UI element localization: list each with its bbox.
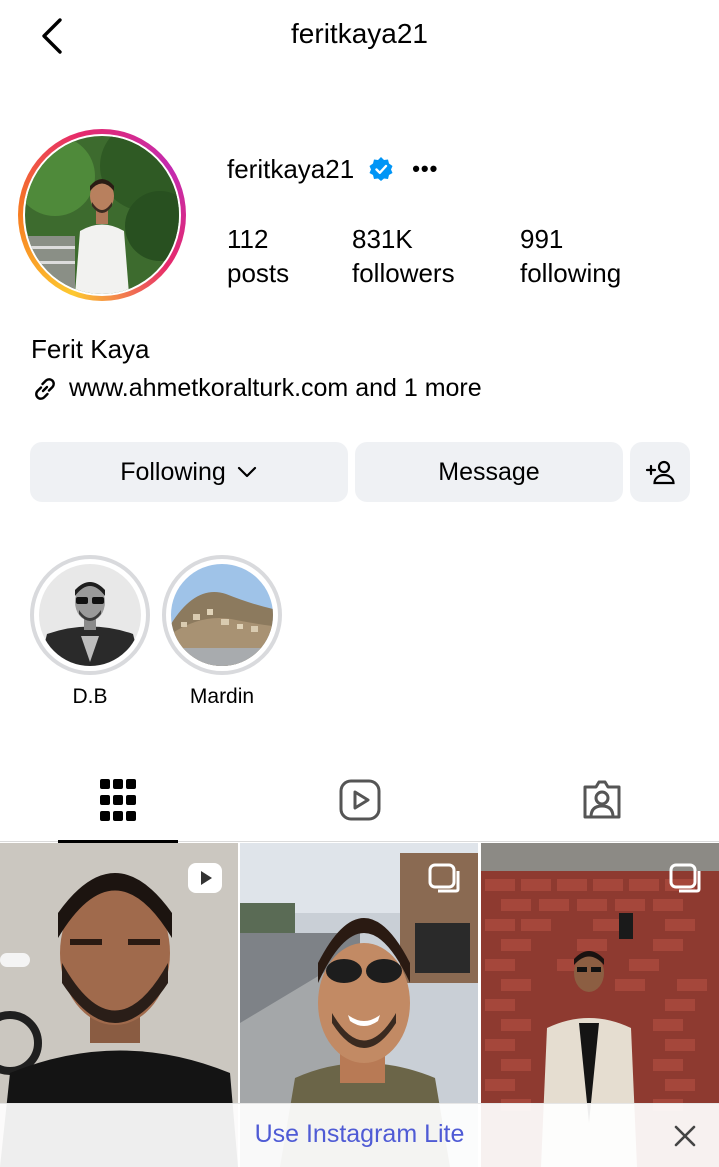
highlight-cover bbox=[171, 564, 273, 666]
highlight-item[interactable]: Mardin bbox=[162, 555, 282, 709]
profile-avatar[interactable] bbox=[18, 129, 186, 301]
following-stat[interactable]: 991 following bbox=[520, 222, 621, 290]
following-count: 991 bbox=[520, 224, 564, 254]
verified-badge-icon bbox=[369, 157, 393, 181]
suggest-users-button[interactable] bbox=[630, 442, 690, 502]
reels-icon bbox=[339, 779, 381, 821]
message-button-label: Message bbox=[438, 457, 540, 486]
profile-tabs bbox=[0, 758, 719, 843]
following-label: following bbox=[520, 258, 622, 288]
message-button[interactable]: Message bbox=[355, 442, 623, 502]
highlight-cover bbox=[39, 564, 141, 666]
reel-badge-icon bbox=[188, 863, 222, 893]
carousel-icon bbox=[669, 863, 701, 893]
followers-label: followers bbox=[352, 258, 455, 288]
following-button[interactable]: Following bbox=[30, 442, 348, 502]
add-user-icon bbox=[645, 460, 675, 485]
tagged-icon bbox=[583, 780, 621, 819]
use-instagram-lite-link[interactable]: Use Instagram Lite bbox=[0, 1120, 719, 1149]
followers-stat[interactable]: 831K followers bbox=[352, 222, 455, 290]
more-options-button[interactable]: ••• bbox=[412, 156, 438, 182]
highlight-label: D.B bbox=[72, 685, 108, 708]
followers-count: 831K bbox=[352, 224, 413, 254]
bio-link[interactable]: www.ahmetkoralturk.com and 1 more bbox=[31, 374, 482, 403]
bio-link-text: www.ahmetkoralturk.com and 1 more bbox=[69, 374, 482, 402]
close-icon[interactable] bbox=[671, 1122, 699, 1150]
full-name: Ferit Kaya bbox=[31, 334, 150, 364]
top-bar: feritkaya21 bbox=[0, 0, 719, 72]
posts-stat: 112 posts bbox=[227, 222, 289, 290]
carousel-icon bbox=[428, 863, 460, 893]
following-button-label: Following bbox=[120, 457, 226, 486]
highlight-item[interactable]: D.B bbox=[30, 555, 150, 709]
page-title: feritkaya21 bbox=[291, 18, 428, 49]
avatar-photo bbox=[25, 136, 179, 294]
link-icon bbox=[35, 377, 55, 400]
username-row: feritkaya21 ••• bbox=[227, 152, 438, 186]
highlight-label: Mardin bbox=[189, 685, 255, 708]
grid-icon bbox=[100, 779, 136, 821]
tab-reels[interactable] bbox=[300, 758, 420, 842]
posts-count: 112 bbox=[227, 224, 269, 254]
posts-label: posts bbox=[227, 258, 290, 288]
chevron-down-icon bbox=[237, 466, 256, 478]
tab-posts-grid[interactable] bbox=[58, 758, 178, 843]
tab-tagged[interactable] bbox=[542, 758, 662, 842]
instagram-lite-banner: Use Instagram Lite bbox=[0, 1103, 719, 1167]
username: feritkaya21 bbox=[227, 153, 355, 184]
